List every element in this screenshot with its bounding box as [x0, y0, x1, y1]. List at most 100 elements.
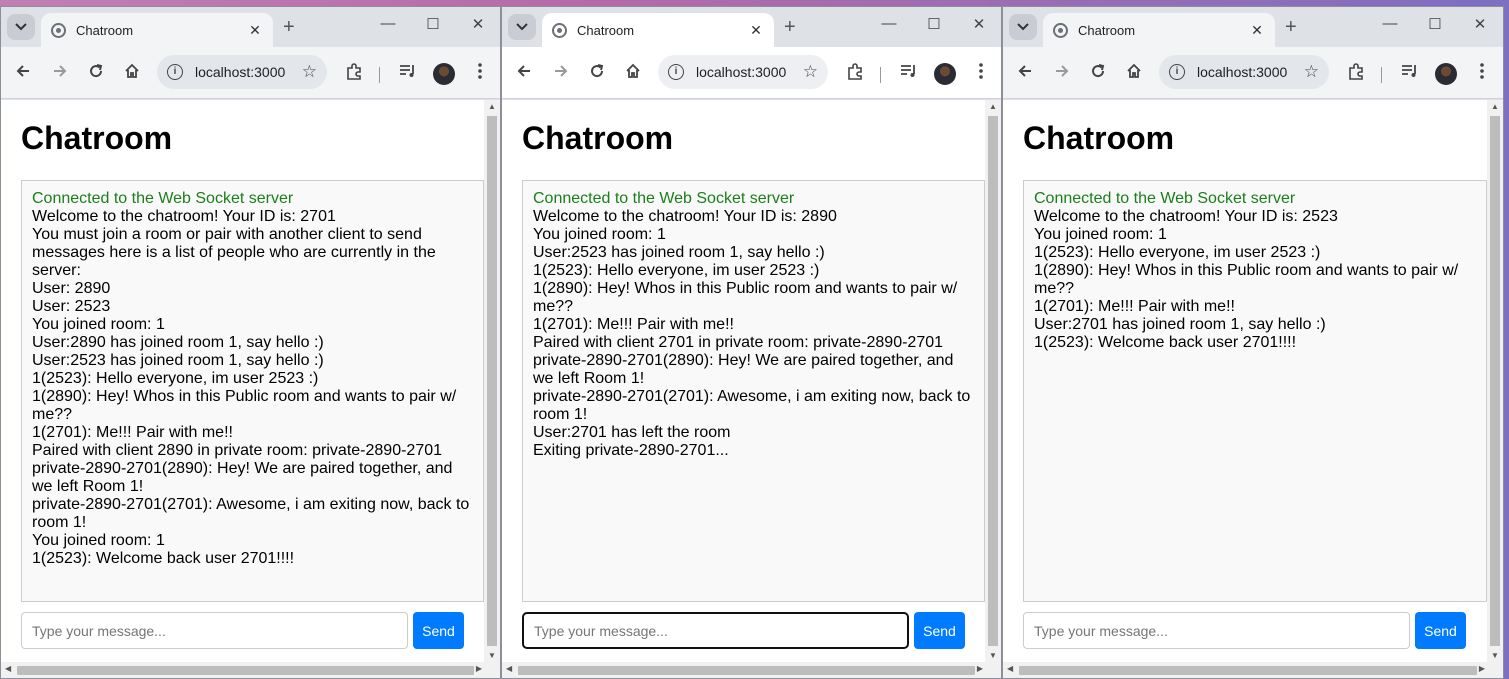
home-button[interactable]: [621, 63, 645, 84]
maximize-button[interactable]: ☐: [1420, 15, 1450, 33]
horizontal-scroll-thumb[interactable]: [17, 666, 474, 675]
star-icon[interactable]: ☆: [302, 62, 317, 82]
maximize-button[interactable]: ☐: [418, 15, 448, 33]
chat-message: me??: [533, 298, 574, 315]
horizontal-scroll-thumb[interactable]: [1019, 666, 1477, 675]
forward-button[interactable]: [48, 63, 72, 84]
media-button[interactable]: [1398, 63, 1422, 84]
vertical-scroll-thumb[interactable]: [988, 116, 998, 646]
media-button[interactable]: [897, 63, 921, 84]
vertical-scrollbar[interactable]: ▲ ▼: [985, 100, 1001, 662]
horizontal-scroll-thumb[interactable]: [518, 666, 975, 675]
send-button[interactable]: Send: [413, 612, 464, 649]
avatar[interactable]: [433, 63, 455, 85]
home-button[interactable]: [120, 63, 144, 84]
menu-button[interactable]: [1470, 63, 1494, 84]
new-tab-button[interactable]: +: [283, 16, 295, 39]
browser-toolbar: i localhost:3000 ☆: [1003, 47, 1503, 99]
browser-window-1: Chatroom ✕ + — ☐ ✕ i localhost:3000 ☆ Ch…: [0, 6, 501, 679]
tab-search-button[interactable]: [1009, 14, 1037, 40]
chat-message: 1(2523): Welcome back user 2701!!!!: [32, 550, 295, 567]
scroll-left-icon[interactable]: ◀: [5, 664, 11, 673]
send-button[interactable]: Send: [914, 612, 965, 649]
home-button[interactable]: [1122, 63, 1146, 84]
tab-search-button[interactable]: [7, 14, 35, 40]
browser-tab[interactable]: Chatroom ✕: [1043, 13, 1275, 47]
forward-button[interactable]: [1050, 63, 1074, 84]
chat-message: 1(2701): Me!!! Pair with me!!: [533, 316, 734, 333]
back-button[interactable]: [11, 63, 35, 84]
reload-button[interactable]: [84, 63, 108, 84]
url-text: localhost:3000: [1197, 64, 1288, 80]
reload-icon: [591, 64, 604, 78]
puzzle-icon: [848, 63, 862, 80]
scroll-up-icon[interactable]: ▲: [1487, 102, 1503, 111]
star-icon[interactable]: ☆: [803, 62, 818, 82]
horizontal-scrollbar[interactable]: ◀ ▶: [502, 662, 1001, 678]
menu-button[interactable]: [969, 63, 993, 84]
scroll-up-icon[interactable]: ▲: [985, 102, 1001, 111]
chat-message: room 1!: [32, 514, 87, 531]
chevron-down-icon: [516, 23, 528, 31]
close-tab-icon[interactable]: ✕: [1249, 22, 1265, 39]
menu-button[interactable]: [468, 63, 492, 84]
reload-button[interactable]: [1086, 63, 1110, 84]
new-tab-button[interactable]: +: [784, 16, 796, 39]
scroll-right-icon[interactable]: ▶: [1479, 664, 1485, 673]
vertical-scrollbar[interactable]: ▲ ▼: [484, 100, 500, 662]
close-window-button[interactable]: ✕: [463, 15, 493, 33]
message-input[interactable]: [21, 612, 408, 649]
back-button[interactable]: [1013, 63, 1037, 84]
media-button[interactable]: [396, 63, 420, 84]
minimize-button[interactable]: —: [1375, 15, 1405, 32]
send-button[interactable]: Send: [1415, 612, 1466, 649]
browser-tab[interactable]: Chatroom ✕: [41, 13, 273, 47]
forward-button[interactable]: [549, 63, 573, 84]
close-tab-icon[interactable]: ✕: [247, 22, 263, 39]
extensions-button[interactable]: [843, 63, 867, 86]
message-input[interactable]: [1023, 612, 1410, 649]
scroll-down-icon[interactable]: ▼: [1487, 651, 1503, 660]
chat-message: private-2890-2701(2701): Awesome, i am e…: [32, 496, 470, 513]
scroll-up-icon[interactable]: ▲: [484, 102, 500, 111]
reload-button[interactable]: [585, 63, 609, 84]
scroll-down-icon[interactable]: ▼: [484, 651, 500, 660]
star-icon[interactable]: ☆: [1304, 62, 1319, 82]
back-arrow-icon: [16, 65, 29, 77]
avatar[interactable]: [1435, 63, 1457, 85]
new-tab-button[interactable]: +: [1285, 16, 1297, 39]
minimize-button[interactable]: —: [874, 15, 904, 32]
browser-tab[interactable]: Chatroom ✕: [542, 13, 774, 47]
maximize-button[interactable]: ☐: [919, 15, 949, 33]
address-bar[interactable]: i localhost:3000 ☆: [1159, 55, 1329, 89]
address-bar[interactable]: i localhost:3000 ☆: [157, 55, 327, 89]
info-icon[interactable]: i: [167, 64, 183, 80]
kebab-menu-icon: [478, 63, 482, 79]
extensions-button[interactable]: [342, 63, 366, 86]
avatar[interactable]: [934, 63, 956, 85]
scroll-left-icon[interactable]: ◀: [1007, 664, 1013, 673]
horizontal-scrollbar[interactable]: ◀ ▶: [1, 662, 500, 678]
minimize-button[interactable]: —: [373, 15, 403, 32]
scroll-left-icon[interactable]: ◀: [506, 664, 512, 673]
tab-search-button[interactable]: [508, 14, 536, 40]
extensions-button[interactable]: [1344, 63, 1368, 86]
message-input[interactable]: [522, 612, 909, 649]
scroll-down-icon[interactable]: ▼: [985, 651, 1001, 660]
close-window-button[interactable]: ✕: [1465, 15, 1495, 33]
address-bar[interactable]: i localhost:3000 ☆: [658, 55, 828, 89]
messages-panel: Connected to the Web Socket server Welcom…: [522, 180, 985, 602]
chat-message: You joined room: 1: [533, 226, 666, 243]
scroll-right-icon[interactable]: ▶: [977, 664, 983, 673]
back-button[interactable]: [512, 63, 536, 84]
close-window-button[interactable]: ✕: [964, 15, 994, 33]
scroll-right-icon[interactable]: ▶: [476, 664, 482, 673]
vertical-scroll-thumb[interactable]: [487, 116, 497, 646]
info-icon[interactable]: i: [1169, 64, 1185, 80]
horizontal-scrollbar[interactable]: ◀ ▶: [1003, 662, 1503, 678]
info-icon[interactable]: i: [668, 64, 684, 80]
chat-message: private-2890-2701(2890): Hey! We are pai…: [533, 352, 954, 369]
vertical-scrollbar[interactable]: ▲ ▼: [1487, 100, 1503, 662]
close-tab-icon[interactable]: ✕: [748, 22, 764, 39]
vertical-scroll-thumb[interactable]: [1490, 116, 1500, 646]
